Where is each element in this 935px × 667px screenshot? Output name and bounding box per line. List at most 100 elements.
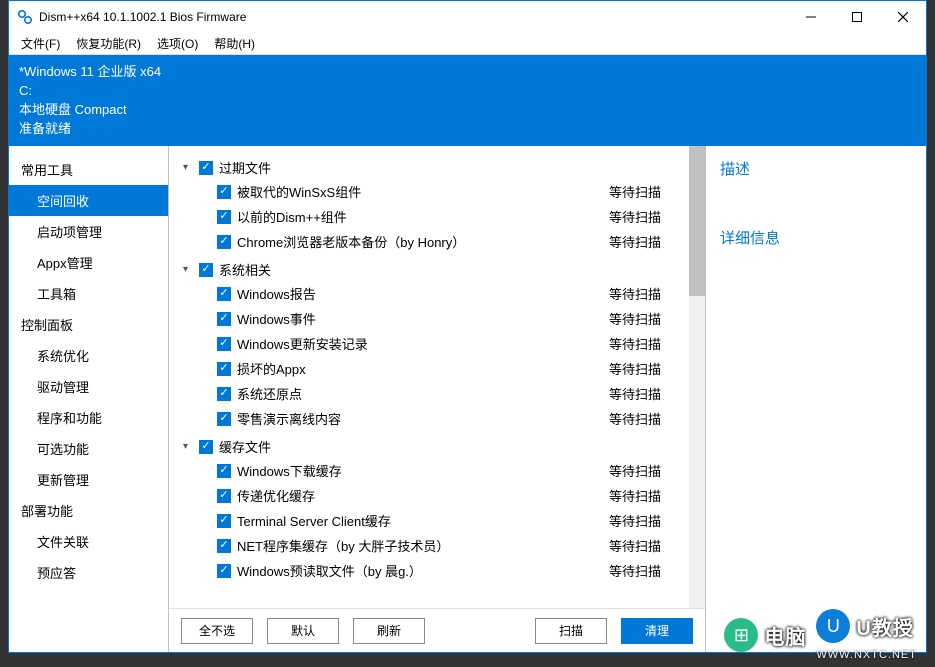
watermark-text-2: U教授 xyxy=(856,612,913,641)
sidebar-item-appx-manage[interactable]: Appx管理 xyxy=(9,247,168,278)
sidebar-group-common-tools[interactable]: 常用工具 xyxy=(9,154,168,185)
row-label: 损坏的Appx xyxy=(237,359,609,378)
maximize-button[interactable] xyxy=(834,1,880,33)
row-label: Windows报告 xyxy=(237,284,609,303)
watermark-icon-2: U xyxy=(816,609,850,643)
bottom-toolbar: 全不选 默认 刷新 扫描 清理 xyxy=(169,608,705,652)
sidebar-group-control-panel[interactable]: 控制面板 xyxy=(9,309,168,340)
group-label: 缓存文件 xyxy=(219,437,271,456)
sidebar-item-optional-features[interactable]: 可选功能 xyxy=(9,433,168,464)
row-label: NET程序集缓存（by 大胖子技术员） xyxy=(237,536,609,555)
checkbox[interactable] xyxy=(217,539,231,553)
sidebar-item-unattend[interactable]: 预应答 xyxy=(9,557,168,588)
checkbox[interactable] xyxy=(199,263,213,277)
checkbox[interactable] xyxy=(217,514,231,528)
row-status: 等待扫描 xyxy=(609,182,699,201)
menu-recovery[interactable]: 恢复功能(R) xyxy=(68,33,149,54)
scan-button[interactable]: 扫描 xyxy=(535,618,607,644)
row-label: Windows下载缓存 xyxy=(237,461,609,480)
checkbox[interactable] xyxy=(217,464,231,478)
watermark-icon-1: ⊞ xyxy=(724,618,758,652)
info-drive: C: xyxy=(19,82,916,101)
sidebar-item-startup-manage[interactable]: 启动项管理 xyxy=(9,216,168,247)
row-status: 等待扫描 xyxy=(609,536,699,555)
watermark-url: WWW.NXTC.NET xyxy=(816,649,917,661)
main-content: ▾ 过期文件 被取代的WinSxS组件等待扫描 以前的Dism++组件等待扫描 … xyxy=(169,146,706,652)
scrollbar-track[interactable] xyxy=(689,146,705,608)
menu-help[interactable]: 帮助(H) xyxy=(206,33,263,54)
tree-row[interactable]: 传递优化缓存等待扫描 xyxy=(175,483,699,508)
tree-row[interactable]: Chrome浏览器老版本备份（by Honry）等待扫描 xyxy=(175,229,699,254)
tree-row[interactable]: Windows预读取文件（by 晨g.）等待扫描 xyxy=(175,558,699,583)
tree-row[interactable]: Windows报告等待扫描 xyxy=(175,281,699,306)
row-label: Chrome浏览器老版本备份（by Honry） xyxy=(237,232,609,251)
checkbox[interactable] xyxy=(217,489,231,503)
checkbox[interactable] xyxy=(217,337,231,351)
sidebar-item-toolbox[interactable]: 工具箱 xyxy=(9,278,168,309)
tree-row[interactable]: 损坏的Appx等待扫描 xyxy=(175,356,699,381)
menu-file[interactable]: 文件(F) xyxy=(13,33,68,54)
tree-row[interactable]: 被取代的WinSxS组件等待扫描 xyxy=(175,179,699,204)
sidebar-item-update-manage[interactable]: 更新管理 xyxy=(9,464,168,495)
checkbox[interactable] xyxy=(217,387,231,401)
info-disk: 本地硬盘 Compact xyxy=(19,101,916,120)
tree-row[interactable]: 零售演示离线内容等待扫描 xyxy=(175,406,699,431)
sidebar-item-driver-manage[interactable]: 驱动管理 xyxy=(9,371,168,402)
sidebar-item-programs-features[interactable]: 程序和功能 xyxy=(9,402,168,433)
group-header-system[interactable]: ▾ 系统相关 xyxy=(175,258,699,281)
checkbox[interactable] xyxy=(199,161,213,175)
row-status: 等待扫描 xyxy=(609,207,699,226)
row-status: 等待扫描 xyxy=(609,486,699,505)
checkbox[interactable] xyxy=(199,440,213,454)
row-status: 等待扫描 xyxy=(609,334,699,353)
checkbox[interactable] xyxy=(217,564,231,578)
sidebar-item-system-optimize[interactable]: 系统优化 xyxy=(9,340,168,371)
tree-row[interactable]: 以前的Dism++组件等待扫描 xyxy=(175,204,699,229)
row-label: 系统还原点 xyxy=(237,384,609,403)
watermark: ⊞ 电脑 U U教授 WWW.NXTC.NET xyxy=(724,609,917,661)
app-icon xyxy=(17,9,33,25)
checkbox[interactable] xyxy=(217,412,231,426)
sidebar-item-space-recovery[interactable]: 空间回收 xyxy=(9,185,168,216)
sidebar-group-deploy[interactable]: 部署功能 xyxy=(9,495,168,526)
tree-row[interactable]: Windows事件等待扫描 xyxy=(175,306,699,331)
scrollbar-thumb[interactable] xyxy=(689,146,705,296)
minimize-button[interactable] xyxy=(788,1,834,33)
row-status: 等待扫描 xyxy=(609,309,699,328)
description-heading: 描述 xyxy=(720,158,912,179)
tree-row[interactable]: 系统还原点等待扫描 xyxy=(175,381,699,406)
titlebar: Dism++x64 10.1.1002.1 Bios Firmware xyxy=(9,1,926,33)
row-label: 被取代的WinSxS组件 xyxy=(237,182,609,201)
refresh-button[interactable]: 刷新 xyxy=(353,618,425,644)
tree-row[interactable]: Terminal Server Client缓存等待扫描 xyxy=(175,508,699,533)
checkbox[interactable] xyxy=(217,312,231,326)
checkbox[interactable] xyxy=(217,362,231,376)
expand-icon[interactable]: ▾ xyxy=(183,264,195,275)
close-button[interactable] xyxy=(880,1,926,33)
tree-row[interactable]: NET程序集缓存（by 大胖子技术员）等待扫描 xyxy=(175,533,699,558)
tree-row[interactable]: Windows更新安装记录等待扫描 xyxy=(175,331,699,356)
row-label: 传递优化缓存 xyxy=(237,486,609,505)
checkbox[interactable] xyxy=(217,235,231,249)
row-status: 等待扫描 xyxy=(609,284,699,303)
expand-icon[interactable]: ▾ xyxy=(183,162,195,173)
group-header-cache[interactable]: ▾ 缓存文件 xyxy=(175,435,699,458)
tree-row[interactable]: Windows下载缓存等待扫描 xyxy=(175,458,699,483)
clean-button[interactable]: 清理 xyxy=(621,618,693,644)
checkbox[interactable] xyxy=(217,210,231,224)
row-status: 等待扫描 xyxy=(609,461,699,480)
row-status: 等待扫描 xyxy=(609,232,699,251)
right-panel: 描述 详细信息 xyxy=(706,146,926,652)
checkbox[interactable] xyxy=(217,185,231,199)
select-none-button[interactable]: 全不选 xyxy=(181,618,253,644)
group-header-expired[interactable]: ▾ 过期文件 xyxy=(175,156,699,179)
menubar: 文件(F) 恢复功能(R) 选项(O) 帮助(H) xyxy=(9,33,926,55)
system-info-panel: *Windows 11 企业版 x64 C: 本地硬盘 Compact 准备就绪 xyxy=(9,55,926,146)
expand-icon[interactable]: ▾ xyxy=(183,441,195,452)
info-os: *Windows 11 企业版 x64 xyxy=(19,63,916,82)
sidebar-item-file-assoc[interactable]: 文件关联 xyxy=(9,526,168,557)
checkbox[interactable] xyxy=(217,287,231,301)
menu-options[interactable]: 选项(O) xyxy=(149,33,206,54)
default-button[interactable]: 默认 xyxy=(267,618,339,644)
row-label: 以前的Dism++组件 xyxy=(237,207,609,226)
